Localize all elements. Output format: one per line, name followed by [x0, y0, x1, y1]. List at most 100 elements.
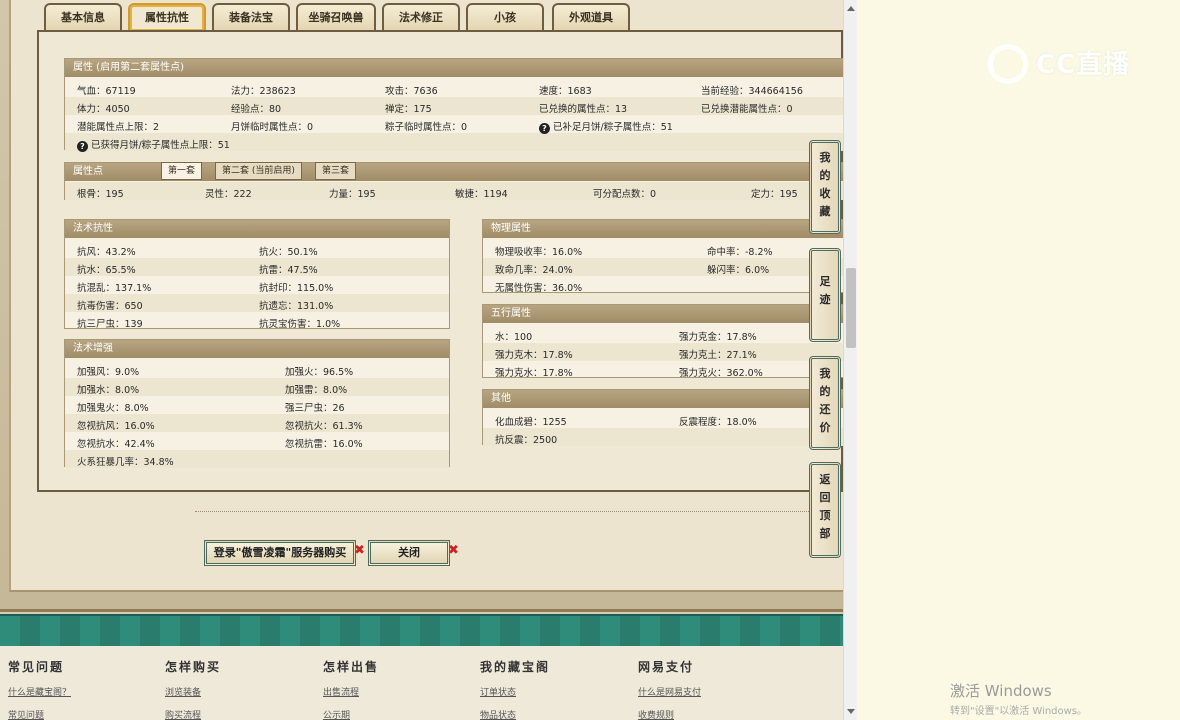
elem-earth: 强力克土：27.1% [679, 350, 757, 361]
boost-wind: 加强风：9.0% [77, 367, 140, 378]
tab-appearance[interactable]: 外观道具 [552, 3, 630, 31]
physical-title: 物理属性 [483, 220, 843, 238]
footer-link[interactable]: 什么是网易支付 [638, 685, 701, 698]
footer-link[interactable]: 浏览装备 [165, 685, 221, 698]
help-icon[interactable]: ? [539, 123, 550, 134]
phys-absorb: 物理吸收率：16.0% [495, 247, 583, 258]
boost-ghostfire: 加强鬼火：8.0% [77, 403, 149, 414]
cc-logo: CC直播 [1036, 50, 1131, 80]
scroll-thumb[interactable] [846, 268, 856, 348]
boost-worm: 强三尸虫：26 [285, 403, 345, 414]
page-scrollbar[interactable] [843, 0, 857, 720]
footer-col-my: 我的藏宝阁 订单状态 物品状态 [480, 658, 550, 720]
windows-activation-sub: 转到"设置"以激活 Windows。 [950, 706, 1088, 717]
tab-mounts-summons[interactable]: 坐骑召唤兽 [296, 3, 376, 31]
subtab-set-1[interactable]: 第一套 [161, 162, 203, 180]
ignore-fire: 忽视抗火：61.3% [285, 421, 363, 432]
footer-col-pay: 网易支付 什么是网易支付 收费规则 [638, 658, 701, 720]
other-counter: 反震程度：18.0% [679, 417, 757, 428]
resist-thunder: 抗雷：47.5% [259, 265, 318, 276]
attr-hp: 气血：67119 [77, 86, 136, 97]
phys-dodge: 躲闪率：6.0% [707, 265, 770, 276]
physical-box: 物理属性 物理吸收率：16.0% 命中率：-8.2% 致命几率：24.0% 躲闪… [482, 219, 843, 294]
other-title: 其他 [483, 390, 843, 408]
ignore-water: 忽视抗水：42.4% [77, 439, 155, 450]
spell-boost-box: 法术增强 加强风：9.0% 加强火：96.5% 加强水：8.0% 加强雷：8.0… [64, 339, 450, 468]
spell-resist-box: 法术抗性 抗风：43.2% 抗火：50.1% 抗水：65.5% 抗雷：47.5%… [64, 219, 450, 330]
attribute-panel: 属性 (启用第二套属性点) 气血：67119 法力：238623 攻击：7636… [37, 30, 843, 492]
attr-exp-points: 经验点：80 [231, 104, 282, 115]
resist-chaos: 抗混乱：137.1% [77, 283, 152, 294]
footer-col-buy: 怎样购买 浏览装备 购买流程 [165, 658, 221, 720]
tab-spell-mods[interactable]: 法术修正 [382, 3, 460, 31]
game-trade-page: 基本信息 属性抗性 装备法宝 坐骑召唤兽 法术修正 小孩 外观道具 属性 (启用… [0, 0, 843, 720]
footer-link[interactable]: 物品状态 [480, 708, 550, 720]
tab-basic-info[interactable]: 基本信息 [44, 3, 122, 31]
tab-equipment[interactable]: 装备法宝 [212, 3, 290, 31]
attr-earned-cap-text: 已获得月饼/粽子属性点上限：51 [91, 140, 230, 151]
footer-link[interactable]: 什么是藏宝阁？ [8, 685, 71, 698]
attr-exchanged-potential: 已兑换潜能属性点：0 [701, 104, 793, 115]
phys-hit: 命中率：-8.2% [707, 247, 773, 258]
footer-title: 网易支付 [638, 660, 695, 674]
resist-forget: 抗遗忘：131.0% [259, 301, 334, 312]
ignore-wind: 忽视抗风：16.0% [77, 421, 155, 432]
fire-rage-rate: 火系狂暴几率：34.8% [77, 457, 174, 468]
login-buy-button[interactable]: 登录"傲雪凌霜"服务器购买 [204, 540, 356, 566]
attr-earned-cap: ? 已获得月饼/粽子属性点上限：51 [77, 137, 230, 152]
attr-filled-points-text: 已补足月饼/粽子属性点：51 [553, 122, 673, 133]
elem-water-2: 强力克水：17.8% [495, 368, 573, 379]
side-bargain-button[interactable]: 我的还价 [809, 356, 841, 450]
phys-pure-dmg: 无属性伤害：36.0% [495, 283, 583, 294]
decor-band [0, 614, 843, 646]
close-icon: ✖ [448, 543, 459, 558]
help-icon[interactable]: ? [77, 141, 88, 152]
tab-child[interactable]: 小孩 [466, 3, 544, 31]
spell-resist-title: 法术抗性 [65, 220, 449, 238]
side-history-button[interactable]: 足迹 [809, 248, 841, 342]
close-button[interactable]: 关闭 [368, 540, 450, 566]
points-box: 属性点 第一套 第二套 (当前启用) 第三套 根骨：195 灵性：222 力量：… [64, 162, 843, 200]
footer-link[interactable]: 订单状态 [480, 685, 550, 698]
boost-fire: 加强火：96.5% [285, 367, 354, 378]
resist-poison: 抗毒伤害：650 [77, 301, 143, 312]
side-top-button[interactable]: 返回顶部 [809, 462, 841, 558]
scroll-down-icon[interactable] [847, 709, 855, 714]
footer-title: 怎样出售 [323, 660, 380, 674]
close-icon: ✖ [354, 543, 365, 558]
side-favorites-label: 我的收藏 [819, 151, 831, 218]
side-favorites-button[interactable]: 我的收藏 [809, 140, 841, 234]
subtab-set-3[interactable]: 第三套 [315, 162, 357, 180]
phys-crit: 致命几率：24.0% [495, 265, 573, 276]
attr-exchanged-points: 已兑换的属性点：13 [539, 104, 628, 115]
attr-mp: 法力：238623 [231, 86, 296, 97]
point-unassigned: 可分配点数：0 [593, 189, 657, 200]
footer-link[interactable]: 收费规则 [638, 708, 701, 720]
footer-link[interactable]: 出售流程 [323, 685, 379, 698]
attributes-title: 属性 (启用第二套属性点) [65, 59, 843, 77]
other-anti-counter: 抗反震：2500 [495, 435, 558, 446]
footer-link[interactable]: 公示期 [323, 708, 379, 720]
elem-metal: 强力克金：17.8% [679, 332, 757, 343]
elem-wood: 强力克木：17.8% [495, 350, 573, 361]
footer-link[interactable]: 常见问题 [8, 708, 71, 720]
attr-zongzi-temp: 粽子临时属性点：0 [385, 122, 468, 133]
attr-stamina: 体力：4050 [77, 104, 130, 115]
other-box: 其他 化血成碧：1255 反震程度：18.0% 抗反震：2500 [482, 389, 843, 446]
subtab-set-2[interactable]: 第二套 (当前启用) [215, 162, 302, 180]
resist-wind: 抗风：43.2% [77, 247, 136, 258]
scroll-up-icon[interactable] [847, 6, 855, 11]
other-blood: 化血成碧：1255 [495, 417, 567, 428]
point-spirit: 灵性：222 [205, 189, 252, 200]
resist-treasure: 抗灵宝伤害：1.0% [259, 319, 341, 330]
windows-activation-title: 激活 Windows [950, 682, 1052, 700]
attr-attack: 攻击：7636 [385, 86, 438, 97]
resist-fire: 抗火：50.1% [259, 247, 318, 258]
footer-link[interactable]: 购买流程 [165, 708, 221, 720]
boost-thunder: 加强雷：8.0% [285, 385, 348, 396]
ignore-thunder: 忽视抗雷：16.0% [285, 439, 363, 450]
resist-worm: 抗三尸虫：139 [77, 319, 143, 330]
elements-title: 五行属性 [483, 305, 843, 323]
attributes-box: 属性 (启用第二套属性点) 气血：67119 法力：238623 攻击：7636… [64, 58, 843, 152]
tab-attributes-resist[interactable]: 属性抗性 [128, 3, 206, 31]
